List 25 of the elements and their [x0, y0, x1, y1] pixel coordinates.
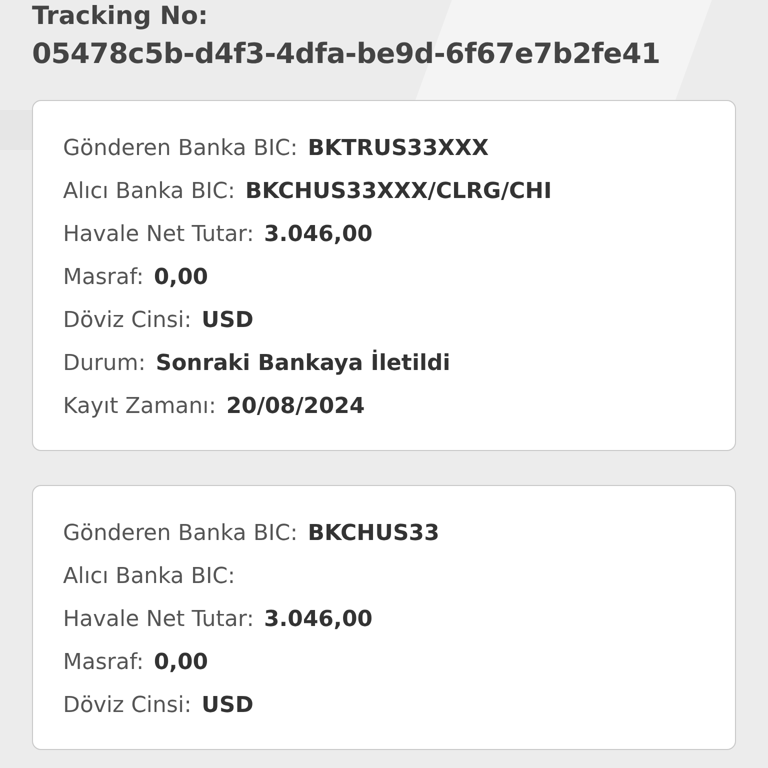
field-label: Döviz Cinsi:: [63, 692, 192, 720]
field-label: Alıcı Banka BIC:: [63, 563, 236, 591]
field-label: Kayıt Zamanı:: [63, 393, 216, 421]
field-value: Sonraki Bankaya İletildi: [156, 348, 450, 378]
field-label: Alıcı Banka BIC:: [63, 178, 236, 206]
field-value: USD: [201, 307, 254, 335]
field-value: 20/08/2024: [226, 393, 365, 421]
field-value: BKCHUS33XXX/CLRG/CHI: [245, 178, 552, 206]
field-label: Durum:: [63, 350, 146, 378]
field-label: Gönderen Banka BIC:: [63, 135, 298, 163]
field-label: Döviz Cinsi:: [63, 307, 192, 335]
field-value: 3.046,00: [264, 221, 373, 249]
field-value: BKCHUS33: [308, 520, 440, 548]
tracking-number: 05478c5b-d4f3-4dfa-be9d-6f67e7b2fe41: [32, 36, 662, 72]
field-label: Gönderen Banka BIC:: [63, 520, 298, 548]
field-value: USD: [201, 692, 254, 720]
field-value: 3.046,00: [264, 606, 373, 634]
field-label: Masraf:: [63, 649, 144, 677]
field-value: BKTRUS33XXX: [308, 135, 489, 163]
field-label: Masraf:: [63, 264, 144, 292]
tracking-label: Tracking No:: [32, 0, 210, 32]
field-value: 0,00: [154, 649, 208, 677]
field-value: 0,00: [154, 264, 208, 292]
field-label: Havale Net Tutar:: [63, 606, 254, 634]
field-label: Havale Net Tutar:: [63, 221, 254, 249]
